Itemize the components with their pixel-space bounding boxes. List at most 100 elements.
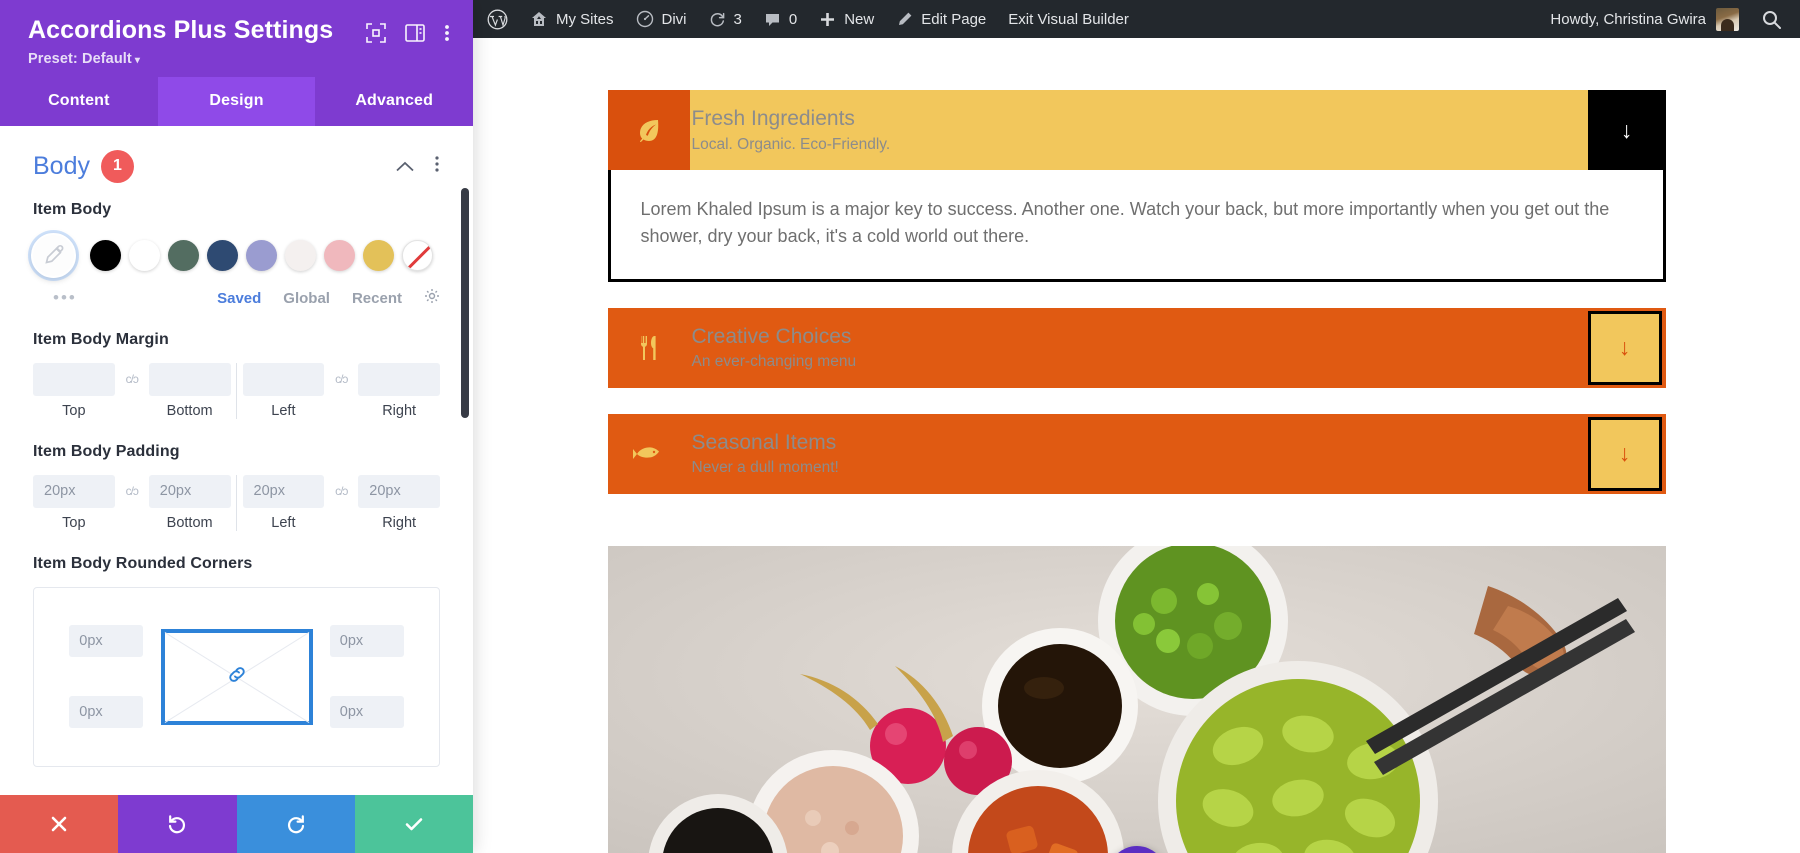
corner-bottom-left-input[interactable]	[69, 696, 144, 729]
accordion-subtitle: An ever-changing menu	[691, 353, 857, 371]
cutlery-icon	[608, 308, 690, 388]
tab-advanced[interactable]: Advanced	[315, 77, 473, 126]
swatch-tab-saved[interactable]: Saved	[217, 290, 261, 307]
arrow-down-icon: ↓	[1620, 116, 1633, 143]
accordion-item-creative-choices: Creative Choices An ever-changing menu ↓	[607, 307, 1666, 388]
item-body-padding-group: Item Body Padding Top c/ɔ Bottom	[33, 443, 440, 531]
padding-bottom-caption: Bottom	[166, 514, 213, 531]
wp-admin-bar: My Sites Divi 3 0 New Edit Page Exit Vis…	[473, 0, 1800, 38]
accordion-header[interactable]: Fresh Ingredients Local. Organic. Eco-Fr…	[607, 90, 1666, 170]
settings-scroll-area: Body 1 Item Body ••• Saved Global Recent…	[0, 126, 473, 795]
edit-page-label: Edit Page	[921, 10, 987, 28]
swatch-meta-row: ••• Saved Global Recent	[33, 288, 440, 309]
swatch-gold[interactable]	[363, 239, 394, 271]
edit-page-menu[interactable]: Edit Page	[885, 0, 997, 38]
item-body-margin-label: Item Body Margin	[33, 330, 169, 348]
accordion-title: Seasonal Items	[691, 431, 837, 455]
search-icon[interactable]	[1751, 9, 1800, 30]
accordion-toggle-button[interactable]: ↓	[1587, 310, 1662, 385]
comments-menu[interactable]: 0	[753, 0, 808, 38]
cancel-button[interactable]	[0, 795, 119, 853]
padding-link-leftright-icon[interactable]: c/ɔ	[324, 475, 358, 498]
item-body-rounded-corners-label: Item Body Rounded Corners	[33, 554, 253, 572]
accordion-module: Fresh Ingredients Local. Organic. Eco-Fr…	[607, 38, 1666, 853]
swatch-none[interactable]	[402, 239, 433, 271]
rounded-corners-control	[33, 586, 440, 767]
tab-content[interactable]: Content	[0, 77, 158, 126]
margin-right-input[interactable]	[358, 362, 440, 396]
accordion-gap	[608, 282, 1666, 308]
padding-bottom-input[interactable]	[148, 474, 231, 508]
corner-top-left-input[interactable]	[69, 625, 144, 658]
settings-panel-body: Body 1 Item Body ••• Saved Global Recent…	[0, 125, 473, 795]
leaf-icon	[607, 90, 690, 170]
updates-menu[interactable]: 3	[698, 0, 753, 38]
margin-link-leftright-icon[interactable]: c/ɔ	[324, 363, 358, 386]
padding-right-input[interactable]	[358, 474, 440, 508]
padding-top-input[interactable]	[33, 474, 115, 508]
swatch-offwhite[interactable]	[285, 239, 316, 271]
fullscreen-icon[interactable]	[365, 22, 387, 44]
divi-menu[interactable]: Divi	[625, 0, 698, 38]
new-menu[interactable]: New	[808, 0, 885, 38]
section-title[interactable]: Body	[33, 152, 90, 181]
padding-top-caption: Top	[62, 514, 86, 531]
swatch-navy[interactable]	[207, 239, 238, 271]
margin-top-caption: Top	[62, 402, 86, 419]
link-icon[interactable]	[226, 663, 248, 690]
margin-bottom-input[interactable]	[148, 362, 231, 396]
margin-top-input[interactable]	[33, 362, 115, 396]
item-body-rounded-corners-group: Item Body Rounded Corners	[33, 555, 440, 767]
food-photo-illustration	[607, 545, 1666, 853]
swatch-white[interactable]	[129, 239, 160, 271]
accordion-header[interactable]: Creative Choices An ever-changing menu ↓	[607, 307, 1666, 388]
my-sites-menu[interactable]: My Sites	[519, 0, 625, 38]
my-sites-label: My Sites	[556, 10, 614, 28]
accordion-toggle-button[interactable]: ↓	[1587, 416, 1662, 491]
gear-icon[interactable]	[424, 288, 440, 309]
padding-left-input[interactable]	[242, 474, 325, 508]
swatch-pink[interactable]	[324, 239, 355, 271]
swatch-green[interactable]	[168, 239, 199, 271]
page-title: Accordions Plus Settings	[28, 16, 334, 44]
section-options-icon[interactable]	[434, 155, 440, 177]
margin-right-caption: Right	[382, 402, 417, 419]
color-swatch-row	[31, 232, 440, 278]
chevron-up-icon[interactable]	[396, 157, 414, 175]
wordpress-logo-icon[interactable]	[473, 0, 519, 38]
undo-button[interactable]	[118, 795, 237, 853]
layout-columns-icon[interactable]	[404, 22, 426, 44]
item-body-padding-label: Item Body Padding	[33, 442, 180, 460]
margin-link-topbottom-icon[interactable]: c/ɔ	[115, 363, 149, 386]
accordion-subtitle: Local. Organic. Eco-Friendly.	[691, 135, 891, 153]
corner-top-right-input[interactable]	[329, 625, 404, 658]
howdy-label: Howdy, Christina Gwira	[1550, 10, 1706, 28]
corner-preview	[160, 628, 313, 725]
save-button[interactable]	[354, 795, 473, 853]
swatch-tab-recent[interactable]: Recent	[352, 290, 402, 307]
arrow-down-icon: ↓	[1618, 440, 1631, 467]
swatch-black[interactable]	[90, 239, 121, 271]
howdy-user-menu[interactable]: Howdy, Christina Gwira	[1538, 7, 1751, 31]
margin-left-input[interactable]	[242, 362, 325, 396]
item-body-label: Item Body	[33, 200, 112, 218]
vertical-dots-icon[interactable]	[443, 22, 451, 44]
status-badge: 1	[100, 149, 134, 183]
color-picker-icon[interactable]	[31, 232, 76, 278]
exit-visual-builder[interactable]: Exit Visual Builder	[997, 0, 1140, 38]
accordion-header-text: Creative Choices An ever-changing menu	[690, 308, 1588, 388]
swatch-periwinkle[interactable]	[246, 239, 277, 271]
padding-link-topbottom-icon[interactable]: c/ɔ	[115, 475, 149, 498]
corner-bottom-right-input[interactable]	[329, 696, 404, 729]
new-label: New	[844, 10, 875, 28]
swatch-tab-global[interactable]: Global	[283, 290, 330, 307]
preset-selector[interactable]: Preset: Default ▾	[28, 51, 451, 67]
more-colors-icon[interactable]: •••	[53, 288, 77, 308]
accordion-gap	[608, 388, 1666, 414]
tab-design[interactable]: Design	[157, 76, 316, 126]
accordion-header[interactable]: Seasonal Items Never a dull moment! ↓	[607, 413, 1666, 494]
updates-count: 3	[733, 10, 742, 28]
redo-button[interactable]	[236, 795, 355, 853]
accordion-title: Fresh Ingredients	[691, 107, 855, 131]
accordion-toggle-button[interactable]: ↓	[1587, 90, 1666, 170]
